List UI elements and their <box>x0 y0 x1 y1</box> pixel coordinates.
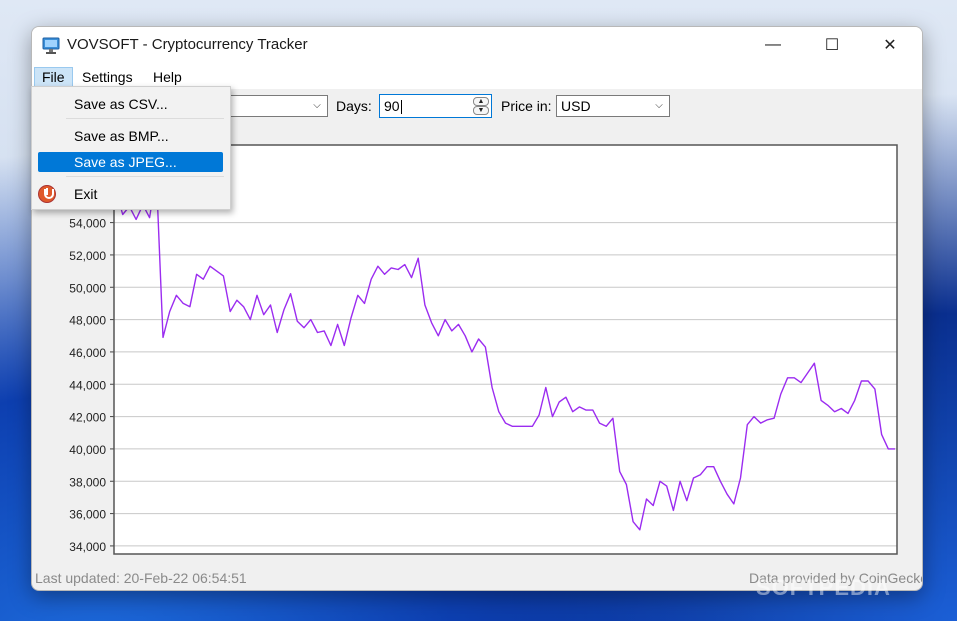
close-icon: ✕ <box>883 37 897 54</box>
spinner-buttons: ▲ ▼ <box>473 97 489 115</box>
y-tick-label: 42,000 <box>69 411 106 425</box>
menu-separator <box>66 176 224 177</box>
save-csv-menu-item[interactable]: Save as CSV... <box>38 94 223 114</box>
menu-settings[interactable]: Settings <box>75 67 140 87</box>
chevron-down-icon: ⌵ <box>655 100 663 111</box>
last-updated-text: Last updated: 20-Feb-22 06:54:51 <box>35 570 247 586</box>
spin-up-button[interactable]: ▲ <box>473 97 489 106</box>
menu-separator <box>66 118 224 119</box>
file-menu-dropdown: Save as CSV... Save as BMP... Save as JP… <box>31 86 231 210</box>
y-tick-label: 50,000 <box>69 281 106 295</box>
y-tick-label: 54,000 <box>69 217 106 231</box>
app-logo-icon <box>42 37 60 54</box>
y-tick-label: 46,000 <box>69 346 106 360</box>
y-tick-label: 34,000 <box>69 540 106 554</box>
days-label: Days: <box>336 98 372 114</box>
save-jpeg-menu-item[interactable]: Save as JPEG... <box>38 152 223 172</box>
y-tick-label: 48,000 <box>69 314 106 328</box>
y-tick-label: 44,000 <box>69 378 106 392</box>
maximize-button[interactable]: ☐ <box>809 27 855 63</box>
chevron-down-icon: ⌵ <box>313 100 321 111</box>
y-tick-label: 40,000 <box>69 443 106 457</box>
softpedia-watermark: SOFTPEDIA <box>756 575 891 600</box>
days-spinner[interactable]: 90 ▲ ▼ <box>379 94 492 118</box>
plot-background <box>114 145 897 554</box>
maximize-icon: ☐ <box>824 37 840 54</box>
price-in-label: Price in: <box>501 98 552 114</box>
spin-down-button[interactable]: ▼ <box>473 106 489 115</box>
text-caret <box>400 100 402 115</box>
y-tick-label: 52,000 <box>69 249 106 263</box>
y-tick-label: 38,000 <box>69 475 106 489</box>
minimize-icon: — <box>765 36 781 53</box>
window-title: VOVSOFT - Cryptocurrency Tracker <box>67 36 308 53</box>
currency-select[interactable]: USD ⌵ <box>556 95 670 117</box>
days-input[interactable]: 90 <box>384 98 400 114</box>
close-button[interactable]: ✕ <box>867 27 913 63</box>
save-bmp-menu-item[interactable]: Save as BMP... <box>38 126 223 146</box>
exit-menu-item[interactable]: Exit <box>38 184 223 204</box>
currency-select-value: USD <box>561 98 591 114</box>
menu-help[interactable]: Help <box>146 67 189 87</box>
title-bar[interactable]: VOVSOFT - Cryptocurrency Tracker — ☐ ✕ <box>32 27 922 65</box>
minimize-button[interactable]: — <box>750 27 796 63</box>
y-tick-label: 36,000 <box>69 508 106 522</box>
